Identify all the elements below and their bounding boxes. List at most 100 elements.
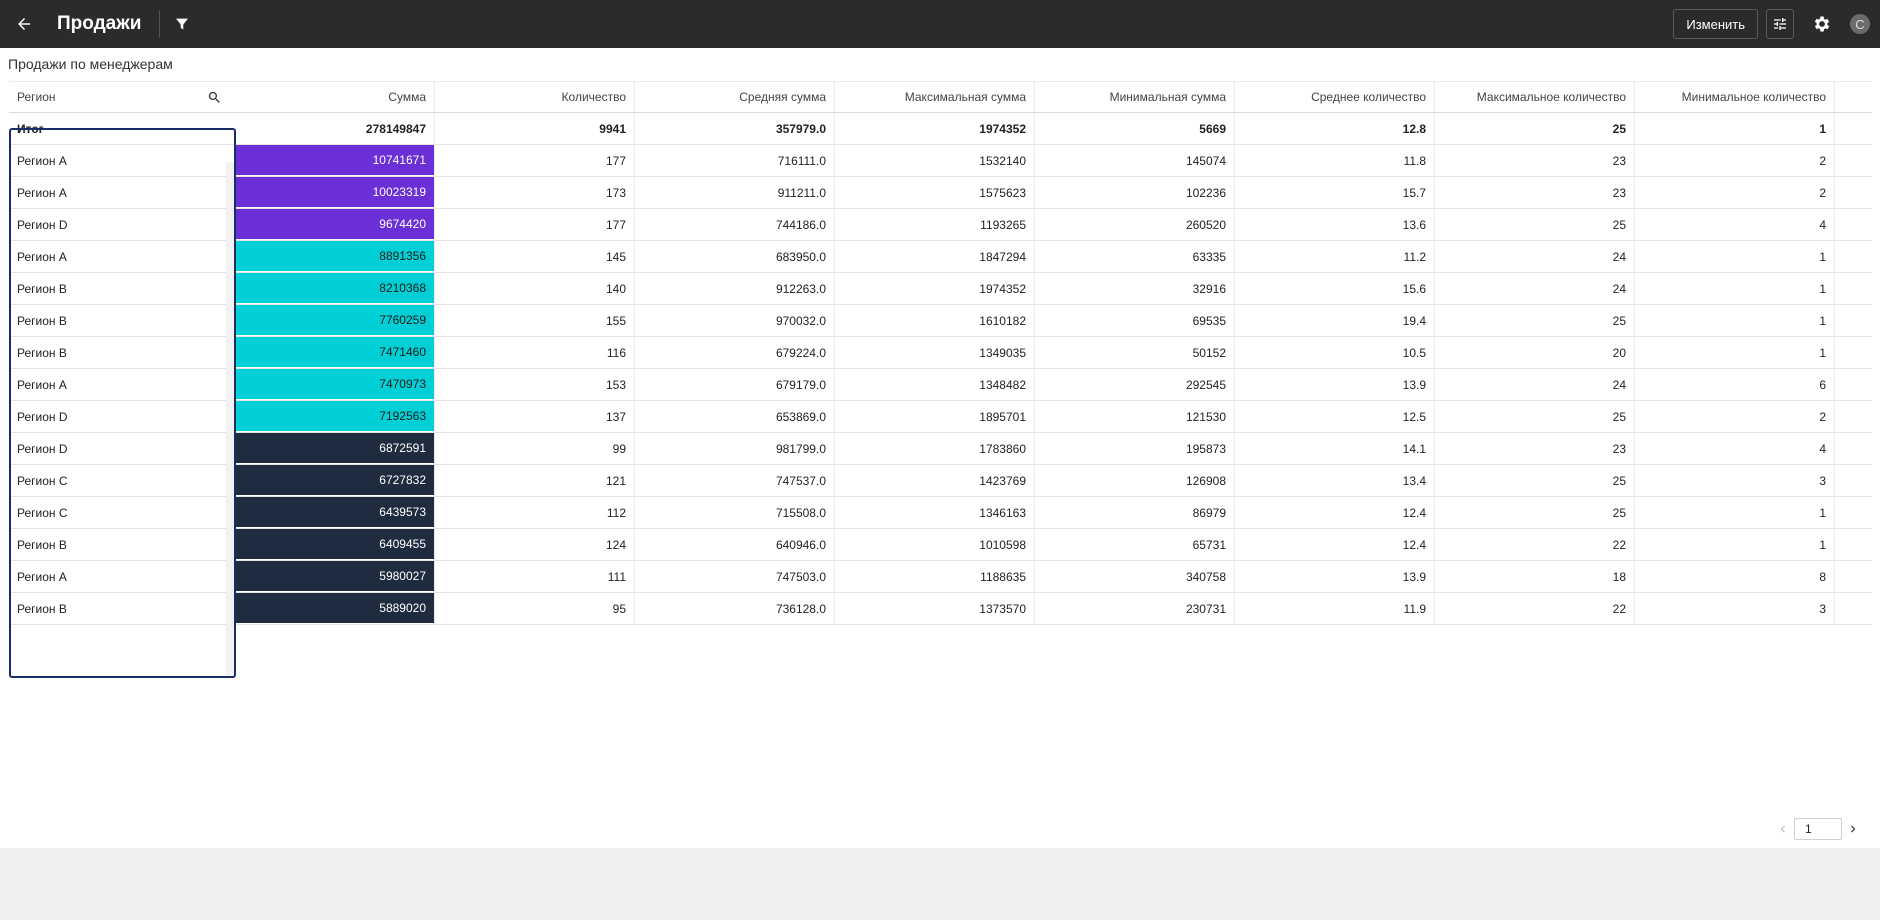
display-settings-button[interactable] [1766,9,1794,39]
total-cell: 1974352 [835,113,1035,144]
value-cell: 716111.0 [635,145,835,176]
column-header-min-sum[interactable]: Минимальная сумма [1035,82,1235,112]
value-cell: 15.7 [1235,177,1435,208]
back-button[interactable] [0,0,48,48]
value-cell: 13.6 [1235,209,1435,240]
value-cell: 23 [1435,433,1635,464]
value-cell: 260520 [1035,209,1235,240]
value-cell: 13.4 [1235,465,1435,496]
value-cell: 1010598 [835,529,1035,560]
column-header-count[interactable]: Количество [435,82,635,112]
sum-cell: 10023319 [235,177,435,208]
value-cell: 1 [1635,305,1835,336]
column-header-min-count[interactable]: Минимальное количество [1635,82,1835,112]
table-row: Регион B 7471460 116 679224.0 1349035 50152 10… [9,337,1872,369]
column-header-region[interactable]: Регион [9,82,235,112]
sum-cell: 6872591 [235,433,435,464]
value-cell: 155 [435,305,635,336]
value-cell: 1188635 [835,561,1035,592]
value-cell: 1575623 [835,177,1035,208]
value-cell: 1348482 [835,369,1035,400]
table-row: Регион B 6409455 124 640946.0 1010598 65731 12… [9,529,1872,561]
value-cell: 1895701 [835,401,1035,432]
value-cell: 1193265 [835,209,1035,240]
sum-cell: 9674420 [235,209,435,240]
region-cell: Регион A [17,249,67,264]
value-cell: 1610182 [835,305,1035,336]
total-cell: 1 [1635,113,1835,144]
filter-button[interactable] [160,0,204,48]
value-cell: 145074 [1035,145,1235,176]
value-cell: 86979 [1035,497,1235,528]
value-cell: 116 [435,337,635,368]
user-avatar[interactable]: C [1850,14,1870,34]
value-cell: 124 [435,529,635,560]
value-cell: 24 [1435,241,1635,272]
value-cell: 747503.0 [635,561,835,592]
table-row: Регион B 5889020 95 736128.0 1373570 230731 11… [9,593,1872,625]
column-header-sum[interactable]: Сумма [235,82,435,112]
value-cell: 140 [435,273,635,304]
total-cell: 9941 [435,113,635,144]
value-cell: 13.9 [1235,369,1435,400]
value-cell: 4 [1635,433,1835,464]
value-cell: 102236 [1035,177,1235,208]
page-number-input[interactable]: 1 [1794,818,1842,840]
sliders-icon [1774,18,1786,30]
column-header-avg-count[interactable]: Среднее количество [1235,82,1435,112]
value-cell: 13.9 [1235,561,1435,592]
value-cell: 912263.0 [635,273,835,304]
settings-button[interactable] [1808,9,1836,39]
table-row: Регион D 7192563 137 653869.0 1895701 121530 1… [9,401,1872,433]
total-cell: 12.8 [1235,113,1435,144]
value-cell: 292545 [1035,369,1235,400]
table-row: Регион B 8210368 140 912263.0 1974352 32916 15… [9,273,1872,305]
chevron-right-icon[interactable] [1846,822,1860,836]
value-cell: 6 [1635,369,1835,400]
value-cell: 22 [1435,529,1635,560]
value-cell: 715508.0 [635,497,835,528]
sum-cell: 5889020 [235,593,435,624]
value-cell: 99 [435,433,635,464]
sum-cell: 6727832 [235,465,435,496]
first-column-scrollbar[interactable] [226,162,234,675]
edit-button[interactable]: Изменить [1673,9,1758,39]
top-bar: Продажи Изменить C [0,0,1880,48]
chevron-left-icon[interactable] [1776,822,1790,836]
value-cell: 2 [1635,401,1835,432]
region-cell: Регион D [17,441,68,456]
region-cell: Регион A [17,377,67,392]
region-cell: Регион A [17,185,67,200]
region-cell: Регион D [17,409,68,424]
search-icon[interactable] [207,90,222,105]
value-cell: 1847294 [835,241,1035,272]
sum-cell: 8210368 [235,273,435,304]
table-row: Регион C 6439573 112 715508.0 1346163 86979 12… [9,497,1872,529]
value-cell: 111 [435,561,635,592]
table-row: Регион A 10023319 173 911211.0 1575623 102236… [9,177,1872,209]
column-header-max-count[interactable]: Максимальное количество [1435,82,1635,112]
value-cell: 12.4 [1235,529,1435,560]
gear-icon [1814,16,1830,32]
value-cell: 8 [1635,561,1835,592]
sum-cell: 6409455 [235,529,435,560]
value-cell: 3 [1635,465,1835,496]
total-cell: 25 [1435,113,1635,144]
value-cell: 653869.0 [635,401,835,432]
value-cell: 65731 [1035,529,1235,560]
sum-cell: 8891356 [235,241,435,272]
value-cell: 911211.0 [635,177,835,208]
value-cell: 25 [1435,465,1635,496]
value-cell: 22 [1435,593,1635,624]
column-header-avg-sum[interactable]: Средняя сумма [635,82,835,112]
region-cell: Регион B [17,345,67,360]
value-cell: 15.6 [1235,273,1435,304]
value-cell: 20 [1435,337,1635,368]
filter-icon [176,18,189,30]
region-cell: Регион C [17,505,68,520]
column-header-max-sum[interactable]: Максимальная сумма [835,82,1035,112]
table-body: Регион A 10741671 177 716111.0 1532140 145074… [9,145,1872,625]
value-cell: 173 [435,177,635,208]
value-cell: 23 [1435,145,1635,176]
value-cell: 19.4 [1235,305,1435,336]
